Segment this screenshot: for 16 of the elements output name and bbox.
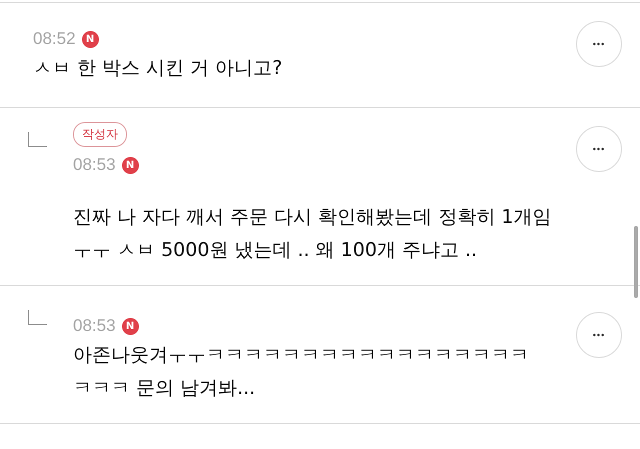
comment-time: 08:52 (33, 29, 76, 49)
comment-text-line: ㅋㅋㅋ 문의 남겨봐... (73, 376, 256, 401)
more-button[interactable]: ••• (576, 21, 622, 67)
comment-time: 08:53 (73, 316, 116, 336)
scrollbar[interactable] (634, 226, 638, 298)
comment-text-line: ㅅㅂ 한 박스 시킨 거 아니고? (33, 56, 282, 81)
more-button[interactable]: ••• (576, 126, 622, 172)
comment-text-line: 진짜 나 자다 깨서 주문 다시 확인해봤는데 정확히 1개임 (73, 205, 552, 230)
comment-text-line: 아존나웃겨ㅜㅜㅋㅋㅋㅋㅋㅋㅋㅋㅋㅋㅋㅋㅋㅋㅋㅋㅋ (73, 343, 529, 368)
new-badge: N (122, 156, 139, 174)
more-button[interactable]: ••• (576, 312, 622, 358)
comment-time: 08:53 (73, 155, 116, 175)
new-badge: N (122, 318, 139, 334)
comment-text-line: ㅜㅜ ㅅㅂ 5000원 냈는데 .. 왜 100개 주냐고 .. (73, 238, 478, 263)
author-badge: 작성자 (73, 122, 127, 147)
new-badge: N (82, 30, 99, 48)
